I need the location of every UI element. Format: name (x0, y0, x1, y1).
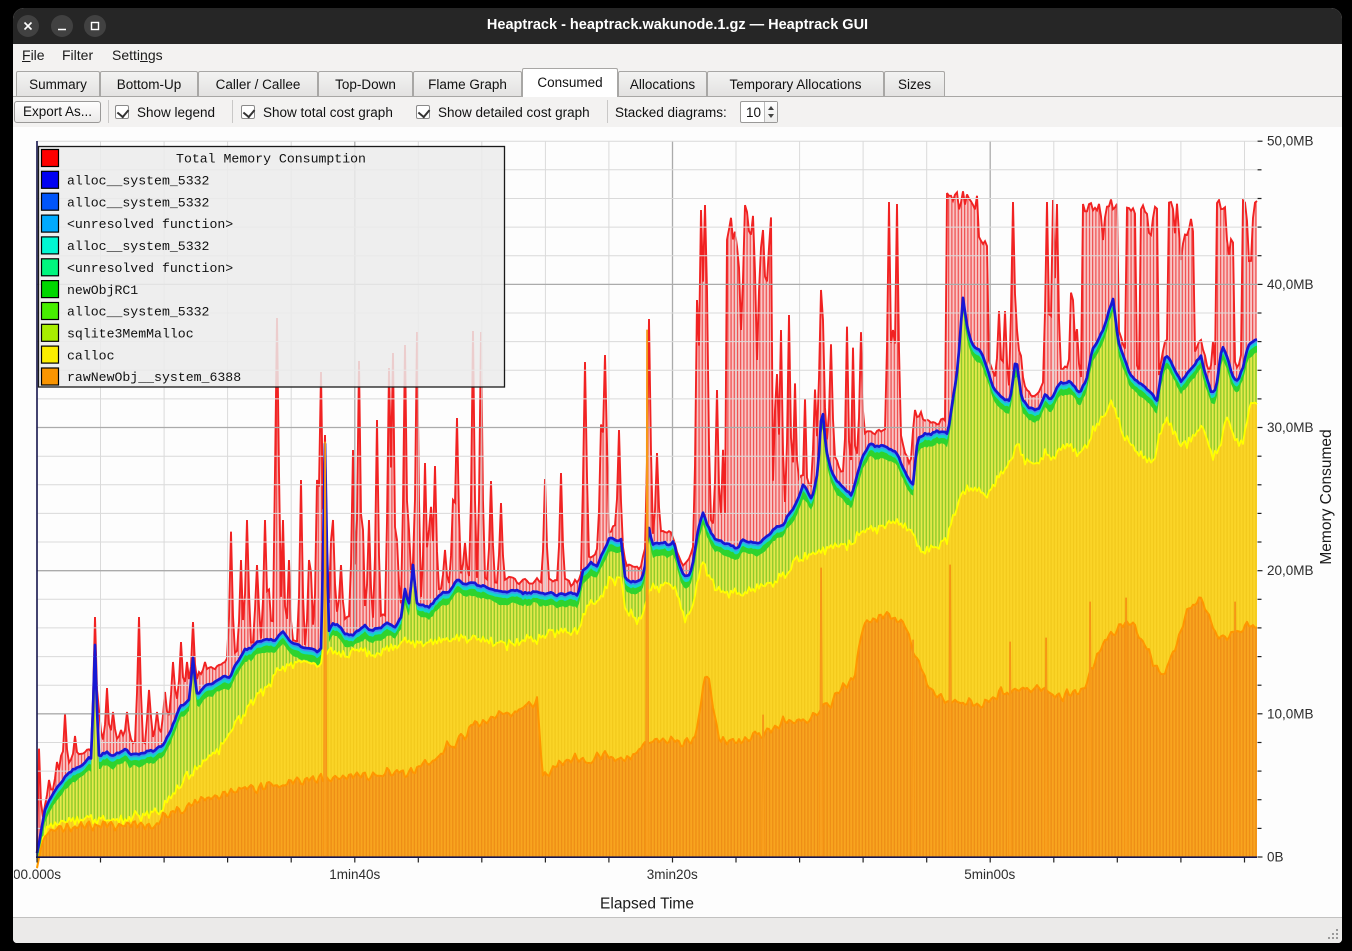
svg-text:00.000s: 00.000s (14, 867, 61, 882)
svg-text:<unresolved function>: <unresolved function> (67, 217, 233, 232)
svg-text:Total Memory Consumption: Total Memory Consumption (176, 152, 366, 167)
svg-text:calloc: calloc (67, 348, 114, 363)
svg-text:alloc__system_5332: alloc__system_5332 (67, 239, 209, 254)
svg-text:Memory Consumed: Memory Consumed (1318, 429, 1335, 564)
svg-text:rawNewObj__system_6388: rawNewObj__system_6388 (67, 370, 241, 385)
svg-text:5min00s: 5min00s (964, 867, 1015, 882)
svg-text:Elapsed Time: Elapsed Time (600, 896, 694, 913)
svg-text:sqlite3MemMalloc: sqlite3MemMalloc (67, 327, 194, 342)
svg-text:20,0MB: 20,0MB (1267, 563, 1314, 578)
svg-text:1min40s: 1min40s (329, 867, 380, 882)
svg-text:alloc__system_5332: alloc__system_5332 (67, 305, 209, 320)
svg-text:30,0MB: 30,0MB (1267, 420, 1314, 435)
svg-text:0B: 0B (1267, 850, 1284, 865)
svg-text:alloc__system_5332: alloc__system_5332 (67, 174, 209, 189)
svg-text:3min20s: 3min20s (647, 867, 698, 882)
svg-text:<unresolved function>: <unresolved function> (67, 261, 233, 276)
svg-text:40,0MB: 40,0MB (1267, 277, 1314, 292)
svg-text:10,0MB: 10,0MB (1267, 706, 1314, 721)
svg-text:newObjRC1: newObjRC1 (67, 283, 138, 298)
svg-text:alloc__system_5332: alloc__system_5332 (67, 195, 209, 210)
svg-text:50,0MB: 50,0MB (1267, 134, 1314, 149)
